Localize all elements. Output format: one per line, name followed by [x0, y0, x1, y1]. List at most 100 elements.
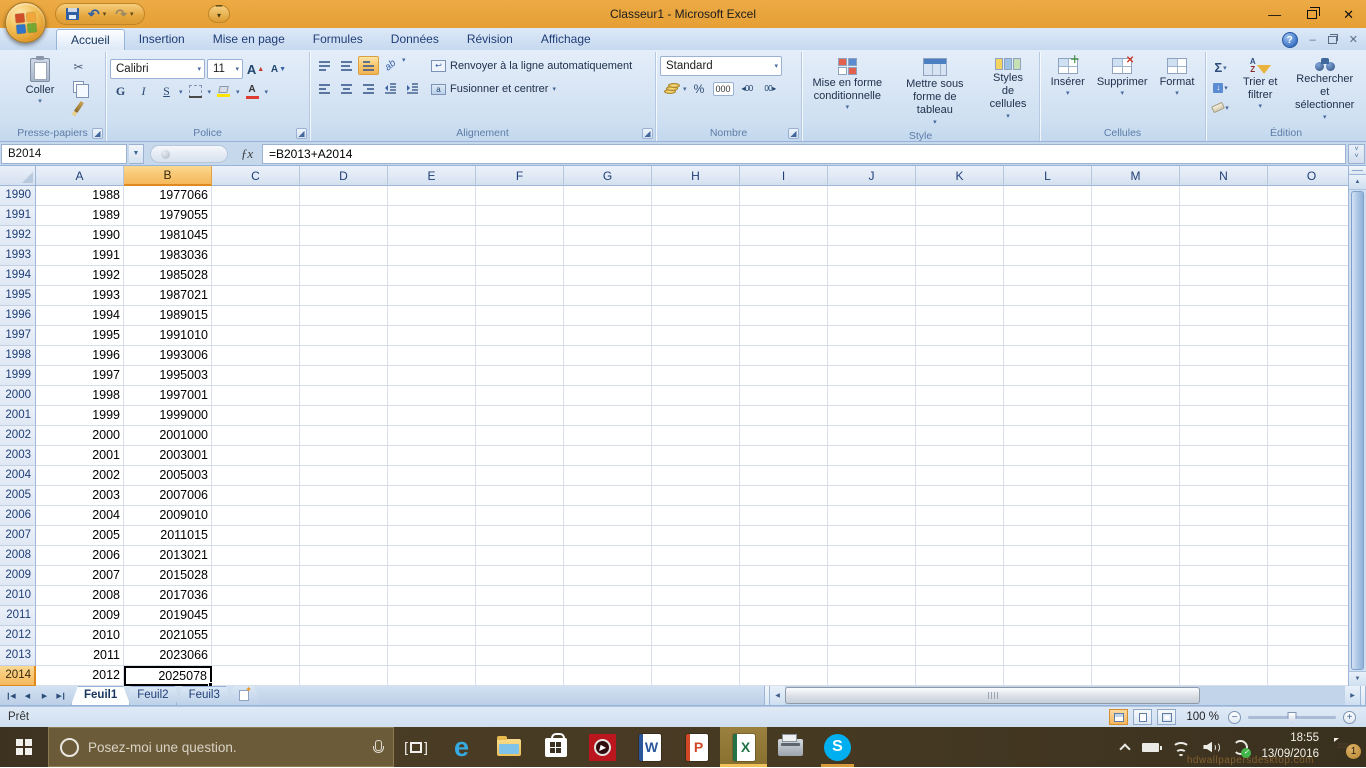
- cell-E1997[interactable]: [388, 326, 476, 346]
- number-format-select[interactable]: Standard▾: [660, 56, 782, 76]
- cell-M2001[interactable]: [1092, 406, 1180, 426]
- cell-A1996[interactable]: 1994: [36, 306, 124, 326]
- cell-I1995[interactable]: [740, 286, 828, 306]
- fill-button[interactable]: ↓▾: [1210, 78, 1231, 97]
- ribbon-tab-formules[interactable]: Formules: [299, 29, 377, 50]
- cell-K1992[interactable]: [916, 226, 1004, 246]
- cell-B1990[interactable]: 1977066: [124, 186, 212, 206]
- cell-L2003[interactable]: [1004, 446, 1092, 466]
- cell-K2001[interactable]: [916, 406, 1004, 426]
- cell-A2010[interactable]: 2008: [36, 586, 124, 606]
- cell-H2013[interactable]: [652, 646, 740, 666]
- cell-I2002[interactable]: [740, 426, 828, 446]
- cell-M2000[interactable]: [1092, 386, 1180, 406]
- cell-E2004[interactable]: [388, 466, 476, 486]
- row-header-2013[interactable]: 2013: [0, 646, 36, 666]
- cell-H2008[interactable]: [652, 546, 740, 566]
- cell-M2009[interactable]: [1092, 566, 1180, 586]
- cell-B1992[interactable]: 1981045: [124, 226, 212, 246]
- cell-L2010[interactable]: [1004, 586, 1092, 606]
- cell-N1999[interactable]: [1180, 366, 1268, 386]
- cell-G2000[interactable]: [564, 386, 652, 406]
- vertical-scroll-thumb[interactable]: [1351, 191, 1364, 670]
- horizontal-scroll-thumb[interactable]: [785, 687, 1200, 704]
- cell-B2004[interactable]: 2005003: [124, 466, 212, 486]
- cell-C1997[interactable]: [212, 326, 300, 346]
- cell-D2009[interactable]: [300, 566, 388, 586]
- cell-M2010[interactable]: [1092, 586, 1180, 606]
- cell-E2014[interactable]: [388, 666, 476, 686]
- workbook-restore-button[interactable]: [1328, 36, 1337, 44]
- volume-icon[interactable]: [1203, 741, 1220, 754]
- horizontal-split-handle-right[interactable]: [1360, 686, 1366, 705]
- column-header-F[interactable]: F: [476, 166, 564, 186]
- cell-N2005[interactable]: [1180, 486, 1268, 506]
- cell-C2005[interactable]: [212, 486, 300, 506]
- cell-E2009[interactable]: [388, 566, 476, 586]
- cell-D2014[interactable]: [300, 666, 388, 686]
- taskbar-store-icon[interactable]: [532, 727, 579, 767]
- cell-L2013[interactable]: [1004, 646, 1092, 666]
- cell-G2002[interactable]: [564, 426, 652, 446]
- cell-E2005[interactable]: [388, 486, 476, 506]
- cell-M2003[interactable]: [1092, 446, 1180, 466]
- cell-L1997[interactable]: [1004, 326, 1092, 346]
- cell-B1991[interactable]: 1979055: [124, 206, 212, 226]
- cell-J2012[interactable]: [828, 626, 916, 646]
- cell-F1992[interactable]: [476, 226, 564, 246]
- cell-M2011[interactable]: [1092, 606, 1180, 626]
- cell-F2008[interactable]: [476, 546, 564, 566]
- sheet-tab-feuil2[interactable]: Feuil2: [124, 686, 181, 705]
- row-header-2006[interactable]: 2006: [0, 506, 36, 526]
- merge-center-button[interactable]: aFusionner et centrer▾: [431, 79, 632, 99]
- undo-dropdown-icon[interactable]: ▾: [103, 10, 107, 18]
- column-header-B[interactable]: B: [124, 166, 212, 186]
- cell-A2009[interactable]: 2007: [36, 566, 124, 586]
- cell-L2006[interactable]: [1004, 506, 1092, 526]
- battery-icon[interactable]: [1142, 743, 1159, 752]
- cell-O1998[interactable]: [1268, 346, 1348, 366]
- cell-D1996[interactable]: [300, 306, 388, 326]
- cell-M2005[interactable]: [1092, 486, 1180, 506]
- column-header-N[interactable]: N: [1180, 166, 1268, 186]
- cell-A2001[interactable]: 1999: [36, 406, 124, 426]
- cell-N2011[interactable]: [1180, 606, 1268, 626]
- cell-J1998[interactable]: [828, 346, 916, 366]
- cell-I1997[interactable]: [740, 326, 828, 346]
- cell-E1998[interactable]: [388, 346, 476, 366]
- cell-H2002[interactable]: [652, 426, 740, 446]
- row-header-2008[interactable]: 2008: [0, 546, 36, 566]
- cell-M2002[interactable]: [1092, 426, 1180, 446]
- cell-C2004[interactable]: [212, 466, 300, 486]
- cell-A1995[interactable]: 1993: [36, 286, 124, 306]
- cell-E2013[interactable]: [388, 646, 476, 666]
- cell-I1994[interactable]: [740, 266, 828, 286]
- scroll-right-icon[interactable]: ▶: [1345, 686, 1360, 705]
- cell-O2009[interactable]: [1268, 566, 1348, 586]
- cell-J2010[interactable]: [828, 586, 916, 606]
- cell-H1990[interactable]: [652, 186, 740, 206]
- cell-K2013[interactable]: [916, 646, 1004, 666]
- cell-F2001[interactable]: [476, 406, 564, 426]
- save-icon[interactable]: [66, 8, 79, 20]
- row-header-1997[interactable]: 1997: [0, 326, 36, 346]
- cell-G1996[interactable]: [564, 306, 652, 326]
- cell-L1995[interactable]: [1004, 286, 1092, 306]
- cell-A1997[interactable]: 1995: [36, 326, 124, 346]
- cell-C2002[interactable]: [212, 426, 300, 446]
- cell-A2013[interactable]: 2011: [36, 646, 124, 666]
- cell-K2007[interactable]: [916, 526, 1004, 546]
- cell-M1997[interactable]: [1092, 326, 1180, 346]
- clipboard-dialog-launcher[interactable]: ◢: [92, 128, 103, 139]
- column-header-H[interactable]: H: [652, 166, 740, 186]
- cell-G2010[interactable]: [564, 586, 652, 606]
- cell-B2008[interactable]: 2013021: [124, 546, 212, 566]
- cell-N2013[interactable]: [1180, 646, 1268, 666]
- cell-J2004[interactable]: [828, 466, 916, 486]
- cell-D2007[interactable]: [300, 526, 388, 546]
- close-button[interactable]: ✕: [1343, 8, 1354, 21]
- cell-O2003[interactable]: [1268, 446, 1348, 466]
- cell-D2003[interactable]: [300, 446, 388, 466]
- cell-J1990[interactable]: [828, 186, 916, 206]
- cell-M2012[interactable]: [1092, 626, 1180, 646]
